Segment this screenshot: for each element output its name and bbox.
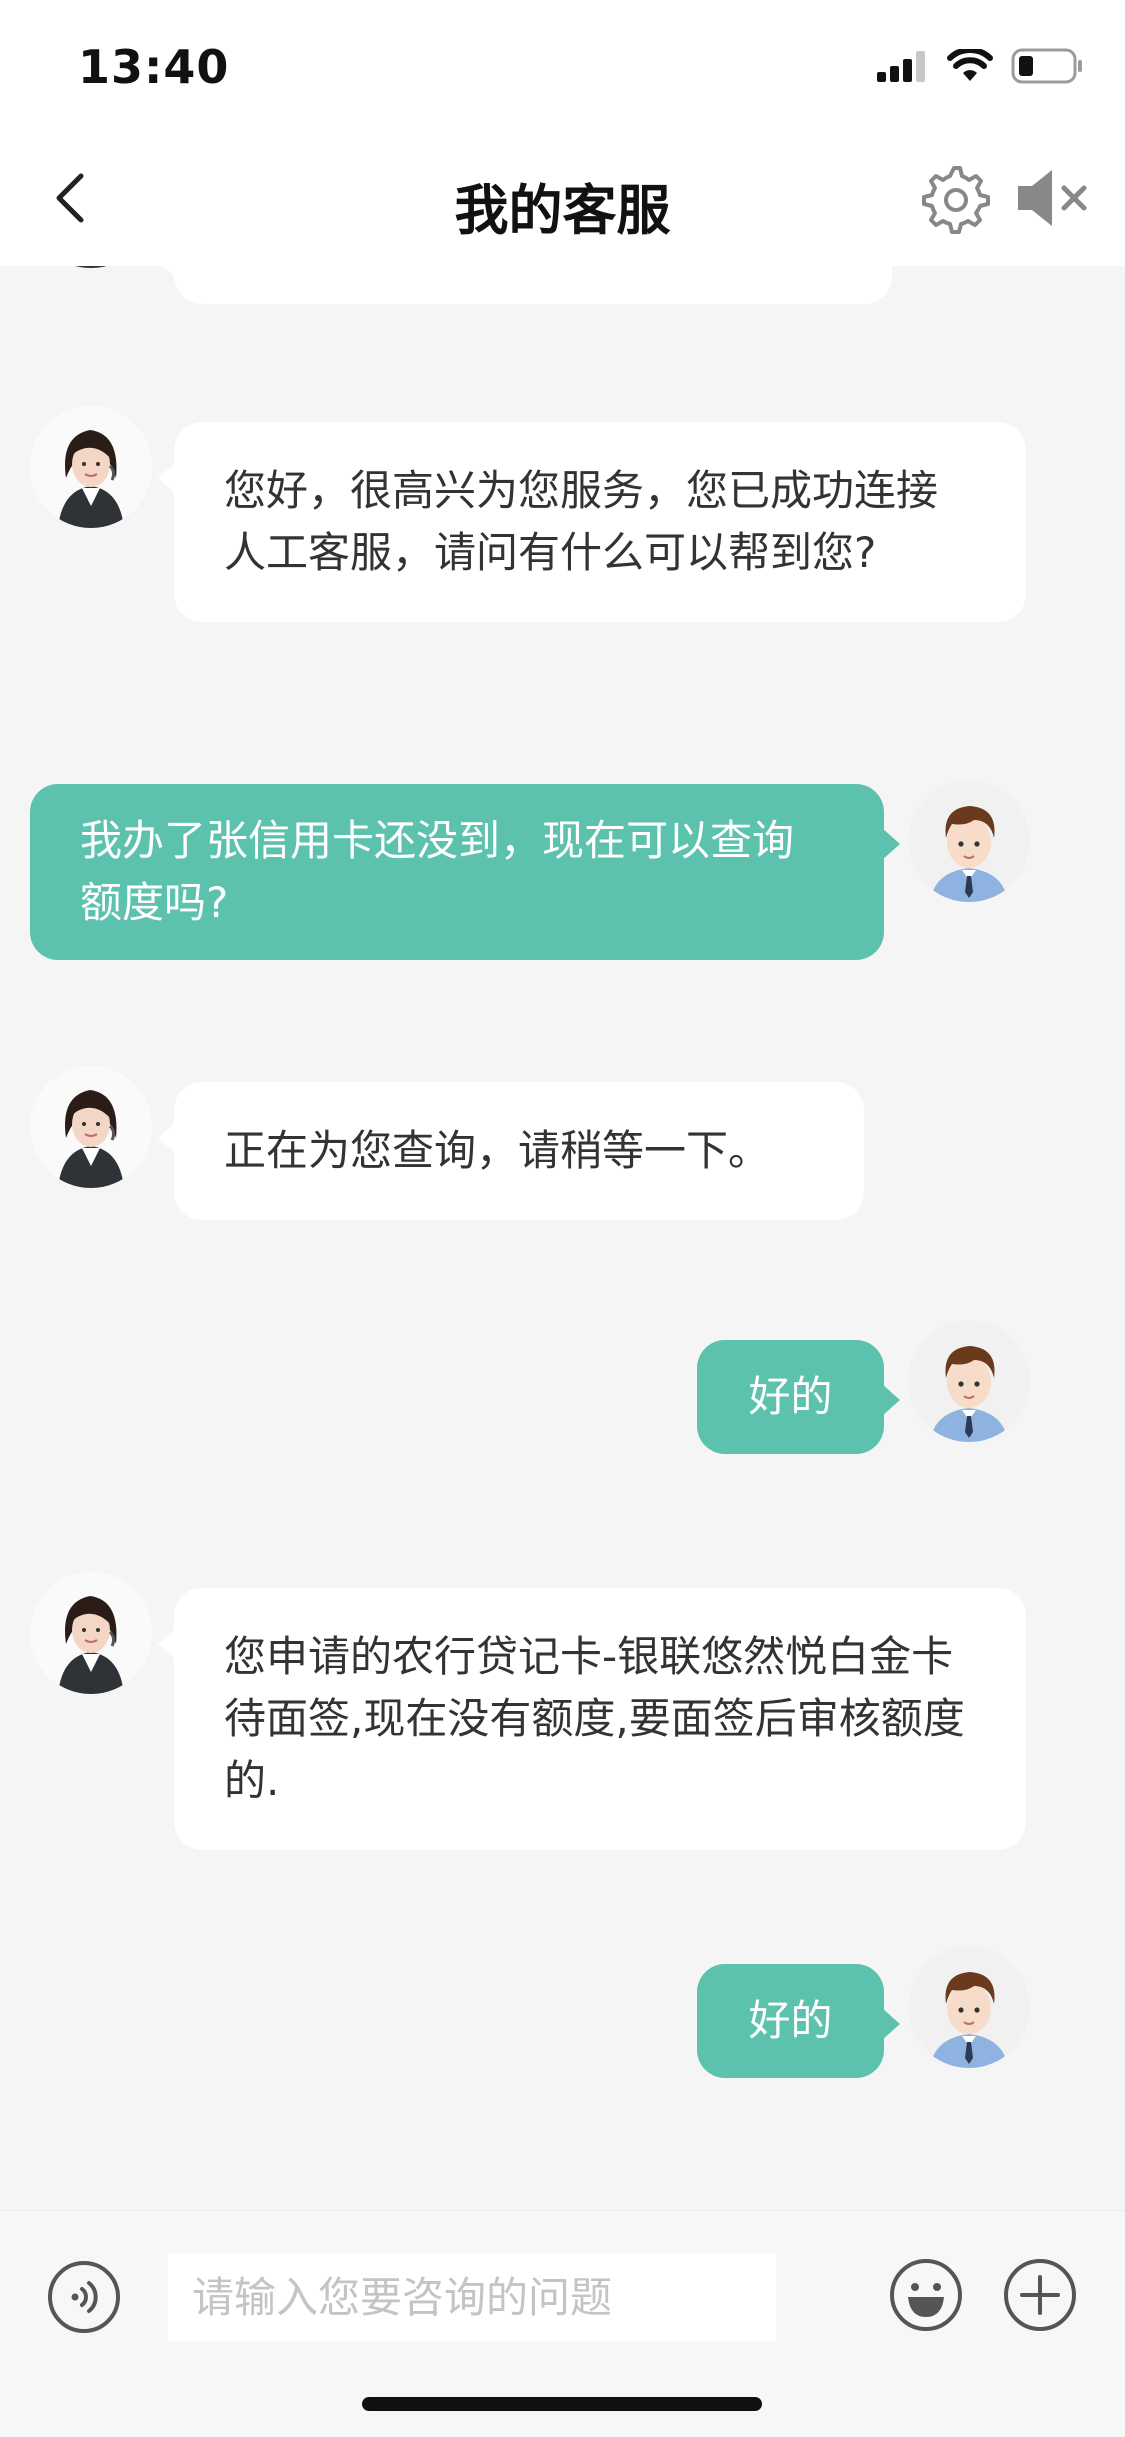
message-text: 您好，很高兴为您服务，您已成功连接人工客服，请问有什么可以帮到您?	[224, 466, 939, 577]
mute-button[interactable]	[1012, 162, 1092, 234]
message-text: 好的	[748, 1372, 833, 1421]
plus-icon	[1002, 2259, 1078, 2337]
message-text: 您申请的农行贷记卡-银联悠然悦白金卡待面签,现在没有额度,要面签后审核额度的.	[224, 1632, 965, 1805]
speaker-muted-icon	[1012, 170, 1092, 238]
message-bubble: 我办了张信用卡还没到，现在可以查询额度吗?	[30, 784, 900, 960]
message-bubble: 您申请的农行贷记卡-银联悠然悦白金卡待面签,现在没有额度,要面签后审核额度的.	[158, 1588, 1026, 1850]
agent-avatar	[30, 1572, 152, 1694]
agent-avatar	[30, 406, 152, 528]
home-indicator[interactable]	[362, 2397, 762, 2411]
user-avatar	[908, 780, 1030, 902]
message-bubble: 您好，很高兴为您服务，您已成功连接人工客服，请问有什么可以帮到您?	[158, 422, 1026, 622]
message-bubble: 好的	[697, 1964, 900, 2078]
agent-avatar	[30, 1066, 152, 1188]
message-bubble: 正在为您查询，请稍等一下。	[158, 1082, 864, 1220]
status-bar: 13:40	[0, 0, 1125, 132]
chat-area[interactable]: 您好，很高兴为您服务，您已成功连接人工客服，请问有什么可以帮到您? 我办了张信用…	[0, 266, 1125, 2210]
message-input[interactable]	[168, 2253, 776, 2341]
status-time: 13:40	[78, 40, 230, 94]
more-button[interactable]	[1002, 2257, 1078, 2333]
partial-message-bubble	[158, 266, 892, 304]
status-icons	[877, 47, 1083, 88]
voice-button[interactable]	[46, 2259, 122, 2335]
message-text: 正在为您查询，请稍等一下。	[224, 1126, 771, 1175]
agent-avatar	[30, 266, 152, 268]
user-avatar	[908, 1320, 1030, 1442]
gear-icon	[918, 166, 990, 238]
user-avatar	[908, 1946, 1030, 2068]
message-text: 我办了张信用卡还没到，现在可以查询额度吗?	[80, 816, 795, 927]
emoji-icon	[888, 2259, 964, 2337]
nav-bar: 我的客服	[0, 132, 1125, 266]
wifi-icon	[947, 47, 993, 87]
input-bar	[0, 2210, 1125, 2437]
emoji-button[interactable]	[888, 2257, 964, 2333]
signal-icon	[877, 50, 929, 86]
voice-icon	[46, 2261, 122, 2339]
settings-button[interactable]	[918, 162, 990, 234]
battery-icon	[1011, 48, 1083, 88]
message-bubble: 好的	[697, 1340, 900, 1454]
message-text: 好的	[748, 1996, 833, 2045]
